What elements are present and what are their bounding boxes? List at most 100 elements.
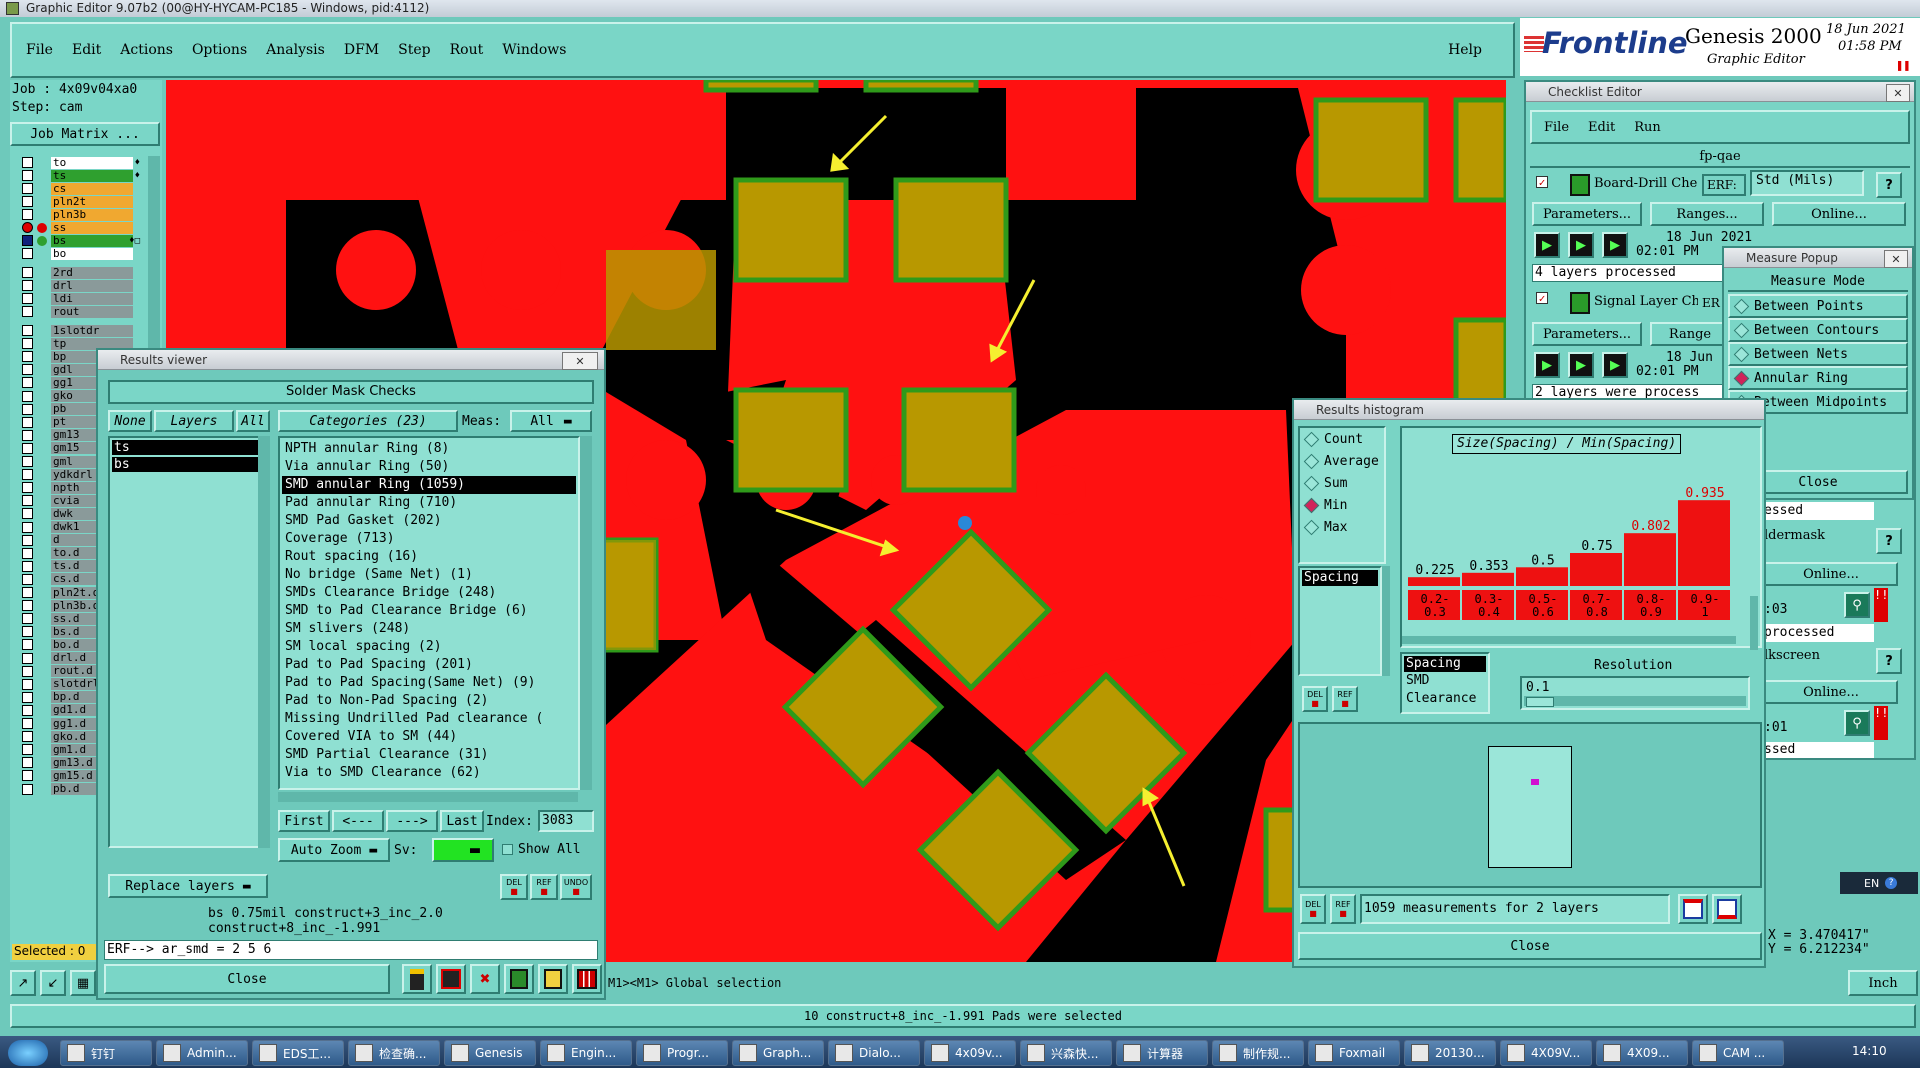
layer-name[interactable]: pln2t: [51, 195, 133, 208]
layer-checkbox[interactable]: [22, 377, 33, 389]
rv-layer-item[interactable]: ts: [112, 440, 264, 455]
hist-del-button-2[interactable]: DEL ■: [1300, 894, 1326, 924]
check-item-1-label[interactable]: Board-Drill Che: [1594, 176, 1698, 191]
layer-checkbox[interactable]: [22, 495, 33, 507]
check-partial-online[interactable]: Online...: [1764, 562, 1898, 586]
category-item[interactable]: Pad to Pad Spacing(Same Net) (9): [282, 674, 576, 692]
taskbar-item[interactable]: 兴森快...: [1020, 1040, 1112, 1066]
layer-checkbox[interactable]: [22, 403, 33, 415]
layer-name[interactable]: pln3b: [51, 208, 133, 221]
hist-close-button[interactable]: Close: [1298, 932, 1762, 960]
taskbar-item[interactable]: Dialo...: [828, 1040, 920, 1066]
layers-all-button[interactable]: All: [236, 410, 270, 432]
histogram-bar[interactable]: [1408, 577, 1460, 586]
category-hscrollbar[interactable]: [278, 792, 578, 802]
rv-tool-1-icon[interactable]: [402, 964, 432, 994]
checklist-menu-run[interactable]: Run: [1634, 120, 1661, 135]
category-item[interactable]: Rout spacing (16): [282, 548, 576, 566]
menu-windows[interactable]: Windows: [502, 42, 566, 58]
layer-checkbox[interactable]: [22, 429, 33, 441]
first-button[interactable]: First: [278, 810, 330, 832]
layer-checkbox[interactable]: [22, 665, 33, 677]
layer-row[interactable]: drl: [22, 279, 142, 292]
category-item[interactable]: SMD annular Ring (1059): [282, 476, 576, 494]
help-icon[interactable]: ?: [1876, 648, 1902, 674]
layer-checkbox[interactable]: [22, 547, 33, 559]
replace-layers-dropdown[interactable]: Replace layers ▬: [108, 874, 268, 898]
category-item[interactable]: Pad annular Ring (710): [282, 494, 576, 512]
layer-row[interactable]: to ♦: [22, 156, 142, 169]
layer-row[interactable]: ts ♦: [22, 169, 142, 182]
category-item[interactable]: Pad to Non-Pad Spacing (2): [282, 692, 576, 710]
taskbar-item[interactable]: EDS工...: [252, 1040, 344, 1066]
category-item[interactable]: SMD Partial Clearance (31): [282, 746, 576, 764]
layer-checkbox[interactable]: [22, 534, 33, 546]
taskbar-item[interactable]: Admin...: [156, 1040, 248, 1066]
stat-option[interactable]: Average: [1300, 450, 1384, 472]
layer-checkbox[interactable]: [22, 390, 33, 402]
layer-checkbox[interactable]: [22, 235, 33, 246]
sv-color-dropdown[interactable]: ▬: [432, 838, 494, 862]
hist-del-button[interactable]: DEL ■: [1302, 686, 1328, 712]
layer-name[interactable]: bo: [51, 247, 133, 260]
meas-dropdown[interactable]: All ▬: [510, 410, 592, 432]
category-item[interactable]: Via to SMD Clearance (62): [282, 764, 576, 782]
type-item[interactable]: Spacing: [1404, 656, 1486, 672]
language-bar[interactable]: EN ?: [1840, 872, 1918, 894]
ref-button[interactable]: REF ■: [530, 874, 558, 900]
layer-checkbox[interactable]: [22, 170, 33, 181]
check-item-2-ranges[interactable]: Range: [1650, 322, 1730, 346]
menu-analysis[interactable]: Analysis: [266, 42, 325, 58]
stat-option[interactable]: Count: [1300, 428, 1384, 450]
layer-row[interactable]: 1slotdr: [22, 324, 142, 337]
layers-none-button[interactable]: None: [108, 410, 152, 432]
units-button[interactable]: Inch: [1848, 970, 1918, 996]
layer-name[interactable]: drl: [51, 279, 133, 292]
check-item-1-checkbox[interactable]: ✓: [1536, 176, 1548, 188]
layer-checkbox[interactable]: [22, 639, 33, 651]
menu-edit[interactable]: Edit: [72, 42, 101, 58]
layer-checkbox[interactable]: [22, 573, 33, 585]
layer-checkbox[interactable]: [22, 731, 33, 743]
taskbar-item[interactable]: 钉钉: [60, 1040, 152, 1066]
hist-tool-2-icon[interactable]: [1712, 894, 1742, 924]
type-item[interactable]: SMD: [1404, 672, 1486, 690]
taskbar-item[interactable]: 20130...: [1404, 1040, 1496, 1066]
hist-ref-button[interactable]: REF ■: [1332, 686, 1358, 712]
layer-checkbox[interactable]: [22, 157, 33, 168]
menu-actions[interactable]: Actions: [120, 42, 173, 58]
layer-checkbox[interactable]: [22, 600, 33, 612]
check-item-2-parameters[interactable]: Parameters...: [1532, 322, 1642, 346]
histogram-list-item[interactable]: Spacing: [1302, 570, 1378, 586]
layer-row[interactable]: pln2t: [22, 195, 142, 208]
menu-file[interactable]: File: [26, 42, 53, 58]
category-item[interactable]: SM slivers (248): [282, 620, 576, 638]
stat-option[interactable]: Min: [1300, 494, 1384, 516]
check-partial-online[interactable]: Online...: [1764, 680, 1898, 704]
layer-checkbox[interactable]: [22, 744, 33, 756]
measure-option[interactable]: Annular Ring: [1728, 366, 1908, 390]
layer-checkbox[interactable]: [22, 364, 33, 376]
layer-row[interactable]: ss: [22, 221, 142, 234]
check-item-2-label[interactable]: Signal Layer Ch: [1594, 294, 1698, 309]
category-item[interactable]: NPTH annular Ring (8): [282, 440, 576, 458]
next-button[interactable]: --->: [386, 810, 438, 832]
rv-tool-5-icon[interactable]: [538, 964, 568, 994]
check-item-1-ranges[interactable]: Ranges...: [1650, 202, 1764, 226]
check-item-1-std[interactable]: Std (Mils): [1750, 170, 1864, 196]
layer-checkbox[interactable]: [22, 222, 33, 233]
rv-tool-3-icon[interactable]: ✖: [470, 964, 500, 994]
rv-layer-item[interactable]: bs: [112, 457, 264, 472]
histogram-titlebar[interactable]: Results histogram: [1294, 400, 1764, 420]
histogram-list[interactable]: Spacing: [1298, 566, 1382, 676]
prev-button[interactable]: <---: [332, 810, 384, 832]
histogram-bar[interactable]: [1462, 572, 1514, 586]
rv-close-button[interactable]: Close: [104, 964, 390, 994]
rv-layer-list[interactable]: ts bs: [108, 436, 268, 848]
checklist-menu-file[interactable]: File: [1544, 120, 1569, 135]
checklist-titlebar[interactable]: Checklist Editor ✕: [1526, 82, 1914, 102]
layer-checkbox[interactable]: [22, 652, 33, 664]
category-item[interactable]: Via annular Ring (50): [282, 458, 576, 476]
rv-tool-6-icon[interactable]: [572, 964, 602, 994]
help-icon[interactable]: ?: [1876, 172, 1902, 198]
